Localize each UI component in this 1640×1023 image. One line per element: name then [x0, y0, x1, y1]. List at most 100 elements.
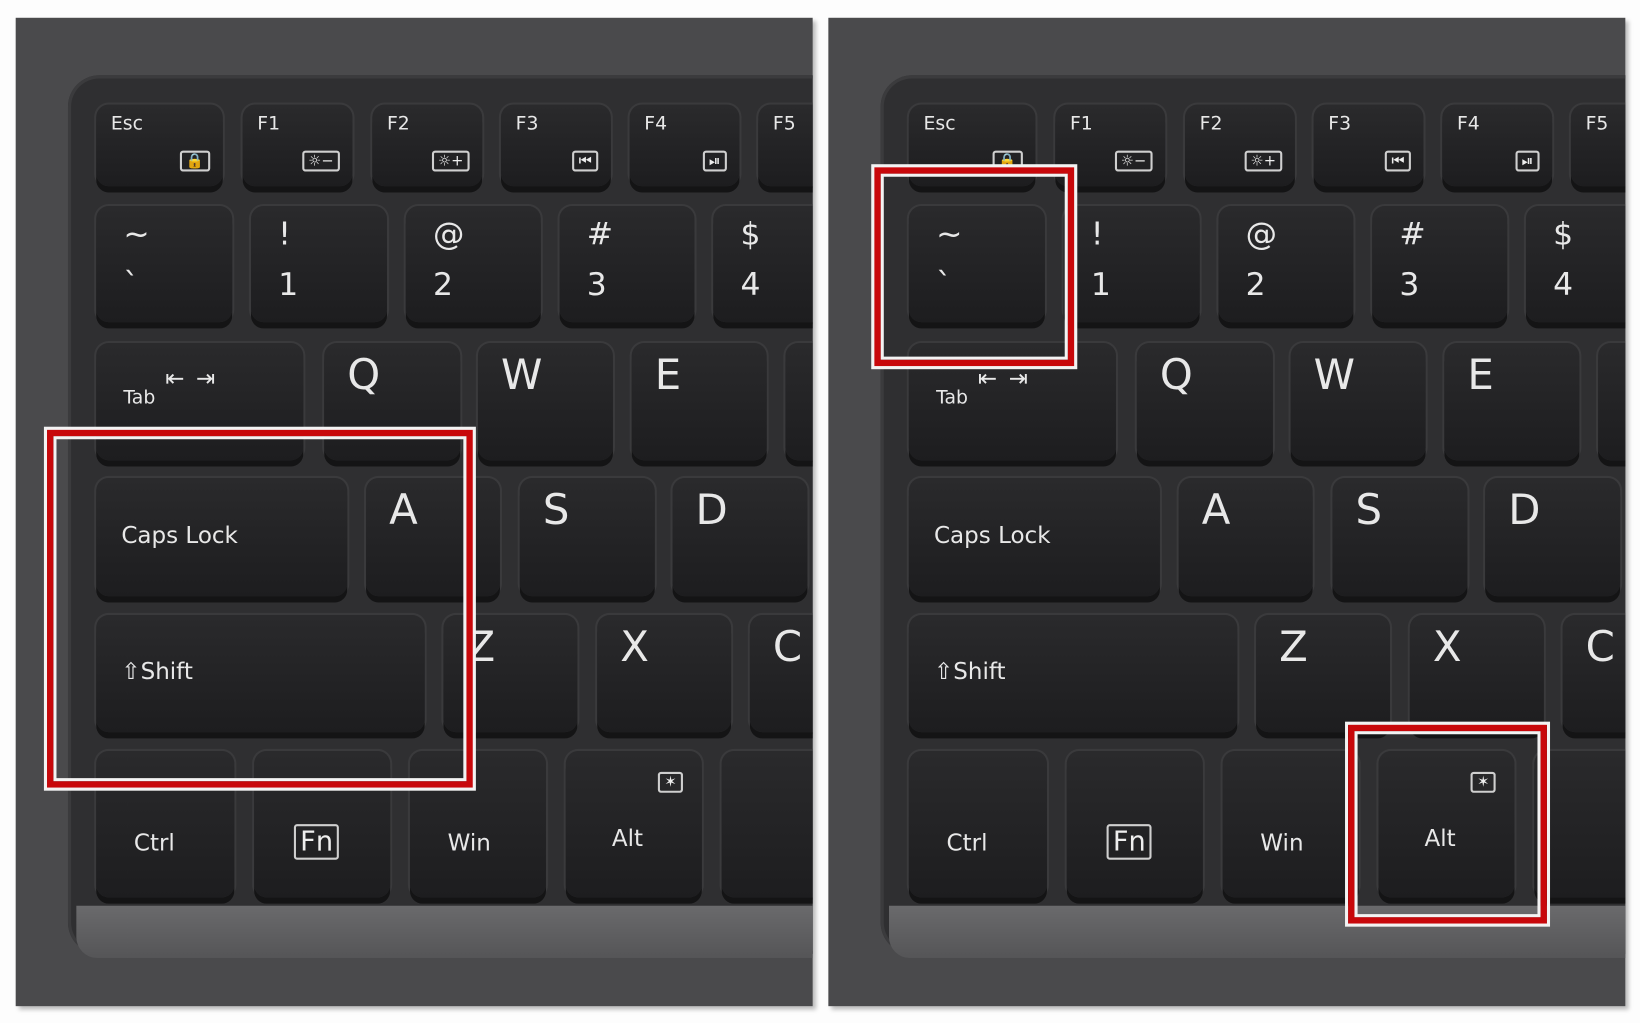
- tab-arrows-icon: ⇤ ⇥: [165, 366, 218, 393]
- key-label: 3: [1399, 266, 1420, 304]
- key-capslock: Caps Lock: [908, 477, 1160, 597]
- key-1: ! 1: [1063, 206, 1200, 323]
- key-label: 2: [1245, 266, 1266, 304]
- key-win: Win: [1222, 750, 1359, 898]
- key-label: 3: [586, 266, 607, 304]
- tab-arrows-icon: ⇤ ⇥: [977, 366, 1031, 393]
- keyboard-comparison-image: Esc 🔒 F1 ☼− F2 ☼+ F3 ⏮ F4 ⏯ F5 ~ `! 1 @2 #3 $4 Tab ⇤ ⇥ Q W E C…: [0, 0, 1640, 1023]
- key-esc: Esc 🔒: [96, 104, 223, 187]
- key-label: Win: [447, 830, 491, 857]
- key-label: 1: [278, 266, 299, 304]
- key-label: C: [772, 623, 803, 672]
- key-a: A: [1178, 477, 1313, 597]
- key-shift-label: @: [1245, 216, 1278, 254]
- key-label: F2: [386, 112, 410, 135]
- key-tilde: ~ `: [96, 206, 233, 323]
- highlight-box-tilde: [874, 167, 1075, 367]
- key-label: Win: [1260, 830, 1304, 857]
- key-next: [721, 750, 813, 898]
- brightness-up-icon: ☼+: [1244, 150, 1283, 172]
- key-2: @2: [1218, 206, 1354, 323]
- key-label: F5: [1585, 112, 1609, 135]
- key-label: W: [500, 351, 543, 400]
- key-shift-label: #: [586, 216, 614, 254]
- key-4: $4: [1525, 206, 1626, 323]
- key-f2: F2 ☼+: [1185, 104, 1295, 187]
- key-shift-label: @: [433, 216, 465, 254]
- key-label: F3: [1328, 112, 1352, 135]
- key-shift-label: !: [278, 216, 291, 254]
- key-q: Q: [1136, 343, 1273, 461]
- key-label: X: [620, 623, 649, 672]
- key-f2: F2 ☼+: [372, 104, 483, 187]
- key-label: S: [542, 486, 570, 535]
- key-w: W: [477, 343, 613, 461]
- key-label: Fn: [293, 824, 340, 860]
- key-4: $4: [713, 206, 813, 323]
- brightness-down-icon: ☼−: [301, 150, 340, 172]
- key-label: Caps Lock: [933, 522, 1051, 549]
- key-label: Esc: [923, 112, 956, 135]
- key-fn: Fn: [1066, 750, 1203, 898]
- key-3: #3: [559, 206, 695, 323]
- key-label: F1: [257, 112, 281, 135]
- key-label: 2: [433, 266, 453, 304]
- key-label: 1: [1090, 266, 1111, 304]
- previous-track-icon: ⏮: [572, 150, 599, 172]
- lock-icon: 🔒: [179, 150, 211, 172]
- key-label: F4: [644, 112, 668, 135]
- key-label: X: [1432, 623, 1462, 672]
- key-s: S: [1332, 477, 1468, 597]
- key-next: [1534, 750, 1626, 898]
- key-c: C: [1562, 614, 1626, 733]
- key-label: W: [1313, 351, 1356, 400]
- highlight-box-alt: [1348, 724, 1547, 924]
- key-f3: F3 ⏮: [1313, 104, 1424, 187]
- key-e: E: [1444, 343, 1580, 461]
- key-label: D: [1508, 486, 1541, 535]
- key-label: Tab: [936, 386, 968, 409]
- palmrest-edge: [76, 905, 813, 959]
- key-label: 4: [740, 266, 761, 304]
- key-f5: F5: [1570, 104, 1626, 187]
- key-label: Ctrl: [946, 830, 988, 857]
- key-ctrl: Ctrl: [908, 750, 1047, 898]
- key-shift-label: $: [1553, 216, 1574, 254]
- key-label: Ctrl: [133, 830, 175, 857]
- play-pause-icon: ⏯: [702, 150, 727, 172]
- key-label: F2: [1199, 112, 1223, 135]
- highlight-box-capslock-shift: [47, 429, 473, 788]
- key-z: Z: [1256, 614, 1391, 733]
- backlight-icon: ✶: [658, 771, 683, 793]
- brightness-down-icon: ☼−: [1114, 150, 1153, 172]
- key-e: E: [631, 343, 767, 461]
- brightness-up-icon: ☼+: [431, 150, 470, 172]
- key-label: C: [1585, 623, 1615, 672]
- key-label: A: [1201, 486, 1231, 535]
- key-r: [1598, 343, 1626, 461]
- key-shift-label: !: [1090, 216, 1104, 254]
- key-label: Tab: [123, 386, 156, 409]
- key-shift-label: ~: [123, 216, 150, 254]
- key-r: [785, 343, 813, 461]
- key-label: F3: [515, 112, 539, 135]
- key-label: F1: [1069, 112, 1093, 135]
- key-label: Q: [1159, 351, 1193, 400]
- key-f1: F1 ☼−: [242, 104, 353, 187]
- key-label: D: [695, 486, 728, 535]
- key-x: X: [597, 614, 732, 733]
- key-label: Q: [347, 351, 381, 400]
- key-label: E: [1467, 351, 1494, 400]
- previous-track-icon: ⏮: [1385, 150, 1411, 172]
- key-1: ! 1: [251, 206, 387, 323]
- key-f4: F4 ⏯: [629, 104, 740, 187]
- key-label: S: [1355, 486, 1383, 535]
- key-label: Esc: [110, 112, 143, 135]
- key-f5: F5: [758, 104, 813, 187]
- key-shift-label: #: [1399, 216, 1426, 254]
- key-label: Alt: [611, 826, 644, 853]
- key-label: Z: [1279, 623, 1308, 672]
- key-label: F4: [1456, 112, 1480, 135]
- key-d: D: [672, 477, 808, 597]
- key-shift-label: $: [740, 216, 761, 254]
